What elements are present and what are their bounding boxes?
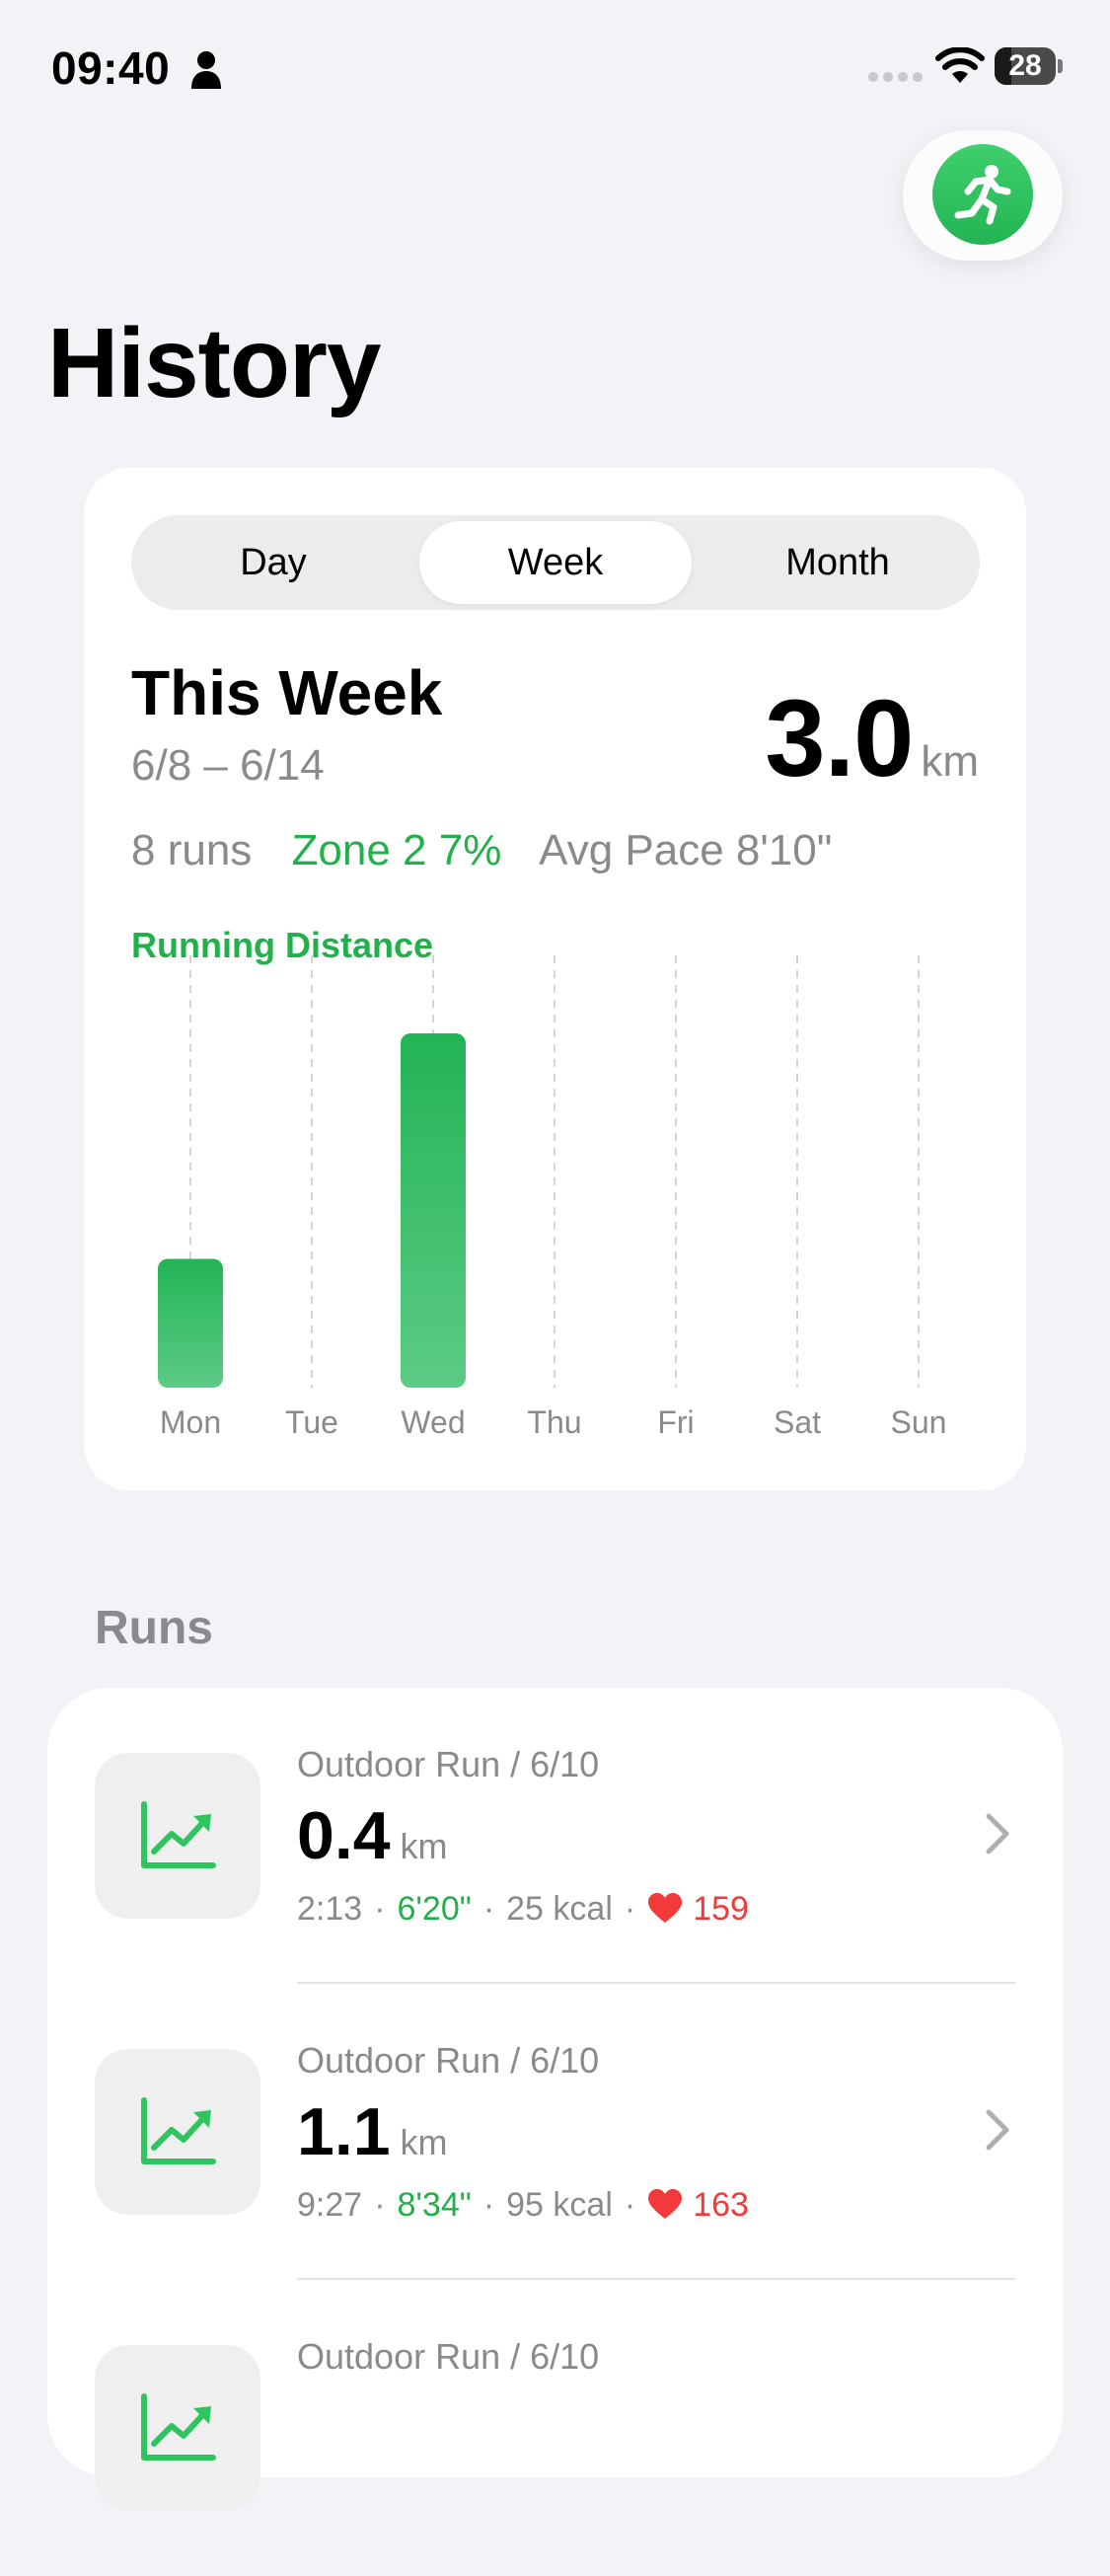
run-row[interactable]: Outdoor Run / 6/10 1.1 km 9:27 · 8'34" · 95 k… xyxy=(47,1984,1063,2280)
chart-tick-label: Sun xyxy=(891,1404,947,1440)
run-distance-unit: km xyxy=(400,2122,448,2162)
chart-bar-mon[interactable] xyxy=(158,1258,223,1388)
run-pace: 6'20" xyxy=(397,1890,472,1928)
chart-tick-label: Tue xyxy=(285,1404,338,1440)
run-pace: 8'34" xyxy=(397,2186,472,2224)
run-meta: 2:13 · 6'20" · 25 kcal · 159 xyxy=(297,1890,749,1928)
run-distance-value: 1.1 xyxy=(297,2094,391,2169)
chart-tick-label: Thu xyxy=(527,1404,581,1440)
runs-list: Outdoor Run / 6/10 0.4 km 2:13 · 6'20" · 25 k… xyxy=(47,1688,1063,2511)
run-distance: 1.1 km xyxy=(297,2092,448,2190)
chevron-right-icon xyxy=(986,1813,1009,1855)
run-title: Outdoor Run / 6/10 xyxy=(297,2336,600,2377)
signal-dots-icon xyxy=(868,72,923,82)
status-time: 09:40 xyxy=(51,42,171,94)
runner-icon xyxy=(954,165,1011,225)
run-meta: 9:27 · 8'34" · 95 kcal · 163 xyxy=(297,2186,749,2224)
person-icon xyxy=(191,51,221,89)
chart-tick-label: Wed xyxy=(401,1404,465,1440)
run-title: Outdoor Run / 6/10 xyxy=(297,1744,600,1784)
chart-tick-label: Fri xyxy=(657,1404,694,1440)
trend-chart-icon xyxy=(141,2097,216,2164)
run-calories: 95 kcal xyxy=(506,2186,613,2224)
chart-tick-label: Sat xyxy=(774,1404,821,1440)
trend-chart-icon xyxy=(141,2393,216,2461)
run-heart-rate: 159 xyxy=(693,1890,749,1928)
weekly-summary-card: Day Week Month This Week 6/8 – 6/14 3.0 k… xyxy=(84,468,1026,1490)
heart-icon xyxy=(648,2189,683,2219)
status-bar: 09:40 28 xyxy=(0,0,1110,138)
chevron-right-icon xyxy=(986,2109,1009,2151)
run-duration: 2:13 xyxy=(297,1890,363,1928)
run-row[interactable]: Outdoor Run / 6/10 xyxy=(47,2280,1063,2576)
wifi-icon xyxy=(935,47,985,83)
trend-chart-icon xyxy=(141,1801,216,1868)
page-title: History xyxy=(47,308,382,418)
running-distance-chart: Mon Tue Wed Thu Fri Sat Sun xyxy=(158,955,947,1440)
chart-tick-label: Mon xyxy=(160,1404,221,1440)
run-heart-rate: 163 xyxy=(693,2186,749,2224)
run-thumbnail xyxy=(95,1753,260,1919)
chart-bar-wed[interactable] xyxy=(401,1032,466,1388)
run-thumbnail xyxy=(95,2345,260,2511)
run-distance: 0.4 km xyxy=(297,1796,448,1894)
start-run-button[interactable] xyxy=(903,130,1063,261)
heart-icon xyxy=(648,1893,683,1923)
battery-icon: 28 xyxy=(995,47,1064,87)
run-calories: 25 kcal xyxy=(506,1890,613,1928)
run-distance-value: 0.4 xyxy=(297,1798,391,1873)
run-row[interactable]: Outdoor Run / 6/10 0.4 km 2:13 · 6'20" · 25 k… xyxy=(47,1688,1063,1984)
runs-section-header: Runs xyxy=(95,1602,213,1654)
run-duration: 9:27 xyxy=(297,2186,363,2224)
run-distance-unit: km xyxy=(400,1826,448,1866)
run-thumbnail xyxy=(95,2049,260,2215)
battery-percent: 28 xyxy=(1008,49,1042,82)
run-title: Outdoor Run / 6/10 xyxy=(297,2040,600,2081)
